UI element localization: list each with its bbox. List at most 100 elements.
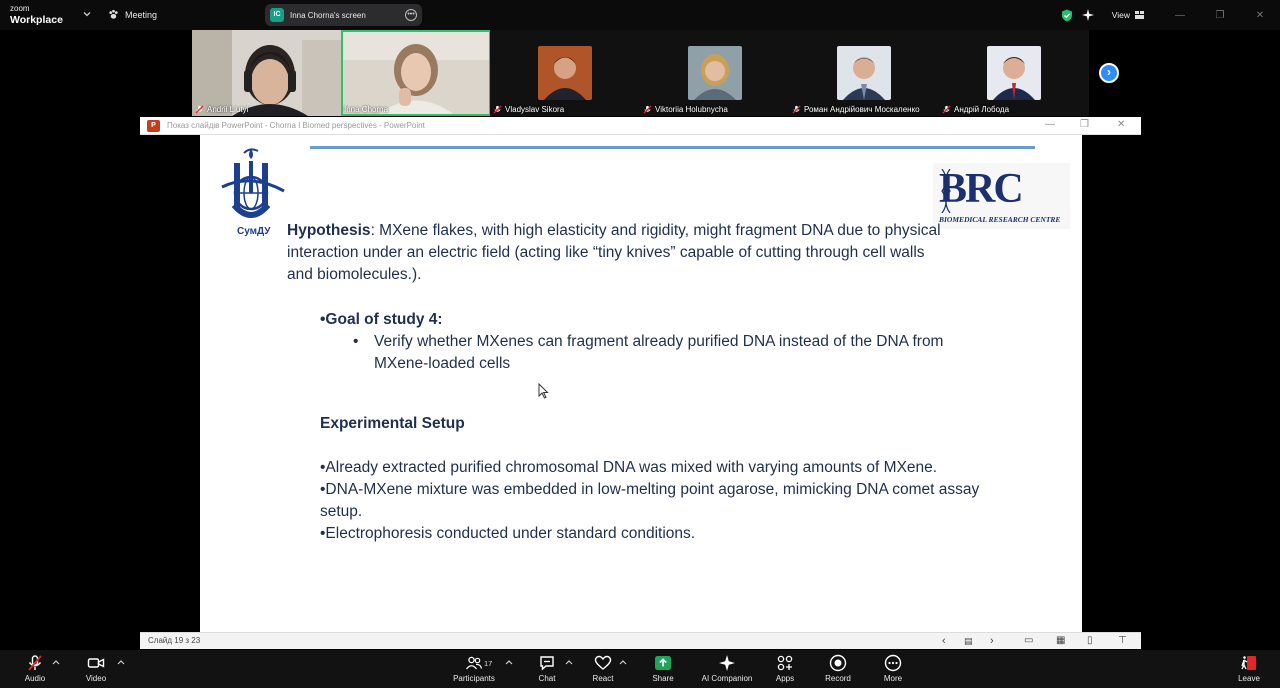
slideshow-view-icon[interactable]: ⊤ bbox=[1118, 634, 1127, 648]
participants-icon bbox=[465, 656, 483, 670]
apps-button[interactable]: Apps bbox=[757, 654, 813, 683]
chevron-up-icon[interactable] bbox=[565, 659, 573, 665]
powerpoint-window-title: Показ слайдів PowerPoint - Chorna I Biom… bbox=[167, 121, 425, 130]
participant-name: Роман Андрійович Москаленко bbox=[804, 105, 920, 114]
mic-muted-icon bbox=[195, 105, 204, 114]
video-tile[interactable]: Andrii Liutyi bbox=[192, 30, 342, 116]
logo-bottom-text: Workplace bbox=[10, 14, 63, 26]
video-button[interactable]: Video bbox=[68, 654, 124, 683]
restore-icon[interactable]: ❐ bbox=[1080, 119, 1089, 130]
leave-label: Leave bbox=[1238, 674, 1260, 683]
mic-muted-icon bbox=[792, 105, 801, 114]
slide: СумДУ BRC BIOMEDICAL RESEARCH CENTRE Hyp… bbox=[200, 135, 1082, 632]
view-button[interactable]: View bbox=[1112, 10, 1144, 20]
more-icon bbox=[884, 654, 902, 672]
goal-bullet: Verify whether MXenes can fragment alrea… bbox=[374, 333, 944, 372]
participant-name: Andrii Liutyi bbox=[207, 105, 249, 114]
apps-icon bbox=[777, 655, 793, 671]
more-options-icon[interactable]: ••• bbox=[405, 9, 417, 21]
participants-button[interactable]: Participants bbox=[446, 654, 502, 683]
slide-menu-icon[interactable]: ▤ bbox=[964, 634, 973, 648]
record-label: Record bbox=[825, 674, 851, 683]
video-tile-active-speaker[interactable]: Inna Chorna bbox=[341, 30, 491, 116]
powerpoint-title-bar: P Показ слайдів PowerPoint - Chorna I Bi… bbox=[140, 117, 1141, 135]
participants-label: Participants bbox=[453, 674, 495, 683]
shield-check-icon[interactable] bbox=[1061, 9, 1073, 22]
chevron-up-icon[interactable] bbox=[619, 659, 627, 665]
reading-view-icon[interactable]: ▯ bbox=[1087, 634, 1093, 648]
chevron-up-icon[interactable] bbox=[52, 659, 60, 665]
avatar bbox=[688, 46, 742, 100]
hypothesis-label: Hypothesis bbox=[287, 222, 371, 239]
brc-logo-subtitle: BIOMEDICAL RESEARCH CENTRE bbox=[939, 215, 1061, 224]
participant-name-tag: Andrii Liutyi bbox=[195, 105, 248, 114]
more-button[interactable]: More bbox=[865, 654, 921, 683]
hypothesis-paragraph: Hypothesis: MXene flakes, with high elas… bbox=[287, 220, 947, 286]
sparkle-icon[interactable] bbox=[1081, 9, 1094, 21]
participants-count: 17 bbox=[484, 659, 493, 668]
setup-item: •Electrophoresis conducted under standar… bbox=[320, 525, 696, 542]
avatar bbox=[987, 46, 1041, 100]
leave-icon bbox=[1241, 656, 1256, 670]
video-tile[interactable]: Viktoriia Holubnycha bbox=[640, 30, 790, 116]
record-icon bbox=[829, 654, 847, 672]
previous-slide-icon[interactable]: ‹ bbox=[942, 634, 946, 648]
gallery-next-page-icon[interactable]: › bbox=[1099, 63, 1119, 83]
participant-name: Vladyslav Sikora bbox=[505, 105, 565, 114]
view-label: View bbox=[1111, 10, 1130, 20]
close-icon[interactable]: ✕ bbox=[1117, 119, 1125, 130]
leave-button[interactable]: Leave bbox=[1221, 654, 1277, 683]
chat-label: Chat bbox=[538, 674, 556, 683]
restore-icon[interactable]: ❐ bbox=[1200, 10, 1240, 21]
chevron-up-icon[interactable] bbox=[117, 659, 125, 665]
avatar bbox=[837, 46, 891, 100]
mic-muted-icon bbox=[643, 105, 652, 114]
close-icon[interactable]: ✕ bbox=[1240, 10, 1280, 21]
slide-sorter-icon[interactable]: ▦ bbox=[1056, 634, 1065, 648]
video-tile[interactable]: Vladyslav Sikora bbox=[490, 30, 640, 116]
record-button[interactable]: Record bbox=[810, 654, 866, 683]
screen-share-indicator[interactable]: IC Inna Chorna's screen ••• bbox=[265, 4, 422, 26]
paw-icon bbox=[109, 9, 118, 19]
mic-muted-icon bbox=[942, 105, 951, 114]
logo-top-text: zoom bbox=[10, 4, 30, 13]
participant-name: Viktoriia Holubnycha bbox=[655, 105, 728, 114]
video-tile[interactable]: Роман Андрійович Москаленко bbox=[789, 30, 939, 116]
react-label: React bbox=[592, 674, 614, 683]
hypothesis-text: : MXene flakes, with high elasticity and… bbox=[287, 222, 941, 283]
minimize-icon[interactable]: — bbox=[1160, 10, 1200, 21]
slide-counter: Слайд 19 з 23 bbox=[148, 636, 201, 645]
video-tile[interactable]: Андрій Лобода bbox=[939, 30, 1089, 116]
participant-gallery: Andrii Liutyi Inna Chorna Vladyslav Siko… bbox=[192, 30, 1089, 116]
slideshow-status-bar: Слайд 19 з 23 ‹ ▤ › ▭ ▦ ▯ ⊤ bbox=[140, 632, 1141, 649]
avatar bbox=[538, 46, 592, 100]
more-label: More bbox=[883, 674, 903, 683]
participant-video bbox=[192, 30, 342, 116]
next-slide-icon[interactable]: › bbox=[990, 634, 994, 648]
normal-view-icon[interactable]: ▭ bbox=[1024, 634, 1033, 648]
goal-heading: •Goal of study 4: bbox=[320, 311, 443, 328]
ai-companion-button[interactable]: AI Companion bbox=[694, 654, 760, 683]
slide-header-rule bbox=[310, 146, 1035, 149]
experimental-setup-heading: Experimental Setup bbox=[320, 415, 465, 432]
chevron-down-icon[interactable] bbox=[82, 9, 92, 19]
setup-item: •DNA-MXene mixture was embedded in low-m… bbox=[320, 481, 980, 520]
meeting-label: Meeting bbox=[125, 9, 158, 20]
zoom-workplace-logo: zoom Workplace bbox=[10, 4, 63, 25]
participant-name-tag: Viktoriia Holubnycha bbox=[643, 105, 728, 114]
sharer-badge: IC bbox=[270, 8, 284, 22]
powerpoint-icon: P bbox=[147, 120, 160, 132]
participant-name-tag: Vladyslav Sikora bbox=[493, 105, 564, 114]
minimize-icon[interactable]: — bbox=[1045, 119, 1055, 130]
sumdu-logo-caption: СумДУ bbox=[237, 226, 271, 237]
video-camera-icon bbox=[87, 658, 105, 668]
chevron-up-icon[interactable] bbox=[505, 659, 513, 665]
participant-name-tag: Роман Андрійович Москаленко bbox=[792, 105, 920, 114]
meeting-toolbar: Audio Video Participants 17 Chat React S… bbox=[0, 650, 1280, 688]
share-label: Inna Chorna's screen bbox=[290, 10, 366, 20]
mouse-cursor-icon bbox=[538, 383, 549, 399]
meeting-menu[interactable]: Meeting bbox=[108, 9, 157, 20]
participant-name-tag: Андрій Лобода bbox=[942, 105, 1009, 114]
share-button[interactable]: Share bbox=[635, 654, 691, 683]
video-label: Video bbox=[85, 674, 107, 683]
